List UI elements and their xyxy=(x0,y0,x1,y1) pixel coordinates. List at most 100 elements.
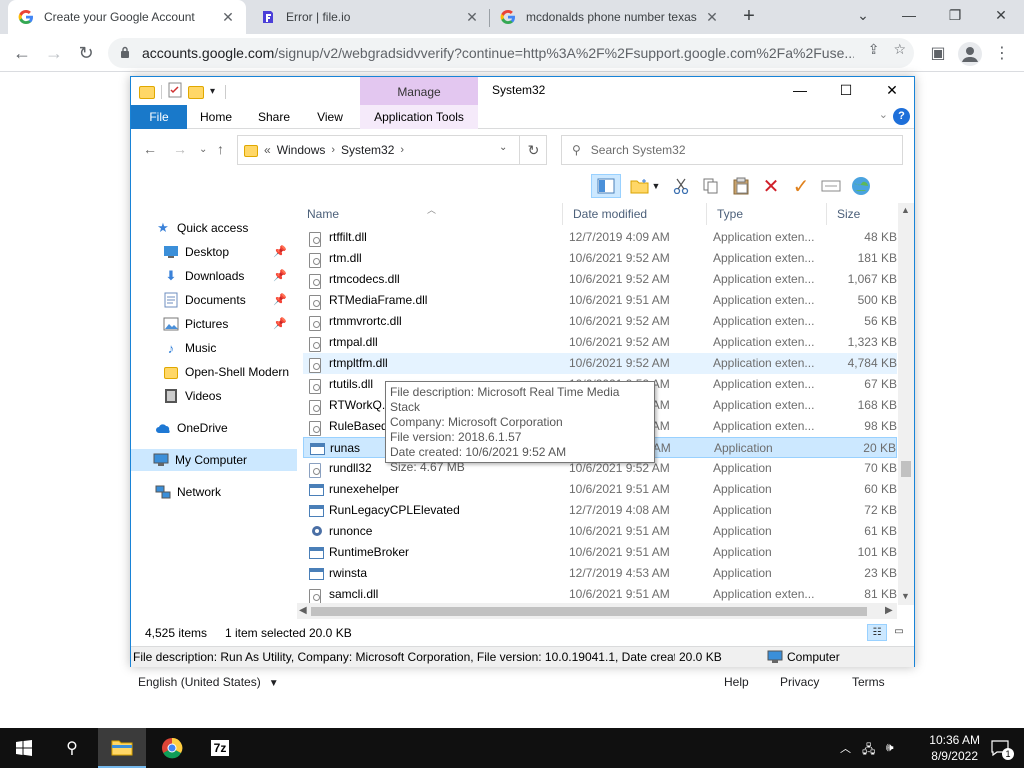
back-arrow-icon[interactable]: ← xyxy=(143,141,157,157)
lock-icon[interactable] xyxy=(120,46,134,61)
globe-icon[interactable] xyxy=(849,174,873,198)
new-folder-icon[interactable] xyxy=(188,86,204,99)
file-row[interactable]: RunLegacyCPLElevated 12/7/2019 4:08 AM App… xyxy=(303,500,897,521)
side-panel-icon[interactable]: ▣ xyxy=(926,42,950,66)
system-clock[interactable]: 10:36 AM 8/9/2022 xyxy=(929,732,980,764)
share-icon[interactable]: ⇪ xyxy=(868,41,880,58)
close-icon[interactable]: ✕ xyxy=(464,9,480,25)
refresh-button[interactable]: ↻ xyxy=(519,135,547,165)
help-icon[interactable]: ? xyxy=(893,108,910,125)
reload-button[interactable]: ↻ xyxy=(72,40,100,66)
restore-button[interactable]: ❐ xyxy=(932,0,978,30)
network-tray-icon[interactable]: 🖧 xyxy=(862,740,875,761)
pin-icon[interactable]: 📌 xyxy=(273,293,287,306)
file-row[interactable]: rtmcodecs.dll 10/6/2021 9:52 AM Applicatio… xyxy=(303,269,897,290)
details-view-icon[interactable]: ☷ xyxy=(867,624,887,641)
menu-kebab-icon[interactable]: ⋮ xyxy=(990,42,1014,66)
privacy-link[interactable]: Privacy xyxy=(780,675,819,689)
breadcrumb-windows[interactable]: Windows xyxy=(277,143,326,157)
pin-icon[interactable]: 📌 xyxy=(273,269,287,282)
scrollbar-thumb[interactable] xyxy=(311,607,867,616)
close-icon[interactable]: ✕ xyxy=(704,9,720,25)
file-row[interactable]: RuntimeBroker 10/6/2021 9:51 AM Applicatio… xyxy=(303,542,897,563)
manage-contextual-tab[interactable]: Manage xyxy=(360,77,478,105)
volume-icon[interactable]: 🕪 xyxy=(886,740,894,755)
help-link[interactable]: Help xyxy=(724,675,749,689)
back-button[interactable]: ← xyxy=(8,40,36,66)
up-arrow-icon[interactable]: ↑ xyxy=(217,141,224,157)
nav-quick-access[interactable]: ★ Quick access xyxy=(155,217,248,239)
minimize-button[interactable]: — xyxy=(777,77,823,105)
nav-open-shell-modern[interactable]: Open-Shell Modern xyxy=(163,361,289,383)
delete-icon[interactable]: ✕ xyxy=(759,174,783,198)
tab-share[interactable]: Share xyxy=(251,105,297,129)
scroll-up-icon[interactable]: ▲ xyxy=(901,205,910,215)
pin-icon[interactable]: 📌 xyxy=(273,317,287,330)
file-row[interactable]: rtmpal.dll 10/6/2021 9:52 AM Application e… xyxy=(303,332,897,353)
nav-network[interactable]: Network xyxy=(155,481,221,503)
close-icon[interactable]: ✕ xyxy=(220,9,236,25)
chevron-right-icon[interactable]: › xyxy=(331,144,335,156)
terms-link[interactable]: Terms xyxy=(852,675,885,689)
pin-icon[interactable]: 📌 xyxy=(273,245,287,258)
breadcrumb-system32[interactable]: System32 xyxy=(341,143,394,157)
file-row[interactable]: runonce 10/6/2021 9:51 AM Application 61 KB xyxy=(303,521,897,542)
column-header-name[interactable]: Name ︿ xyxy=(297,203,563,225)
file-row[interactable]: rtmpltfm.dll 10/6/2021 9:52 AM Application… xyxy=(303,353,897,374)
new-folder-dropdown-icon[interactable]: ▼ xyxy=(627,174,663,198)
file-row[interactable]: rtmmvrortc.dll 10/6/2021 9:52 AM Applicati… xyxy=(303,311,897,332)
windows-start-icon[interactable] xyxy=(0,728,48,768)
tab-view[interactable]: View xyxy=(307,105,353,129)
large-icons-view-icon[interactable]: ▭ xyxy=(889,624,909,641)
minimize-button[interactable]: — xyxy=(886,0,932,30)
chrome-icon[interactable] xyxy=(148,728,196,768)
file-row[interactable]: rwinsta 12/7/2019 4:53 AM Application 23 KB xyxy=(303,563,897,584)
rename-icon[interactable] xyxy=(819,174,843,198)
close-window-button[interactable]: ✕ xyxy=(869,77,915,105)
vertical-scrollbar[interactable]: ▲ ▼ xyxy=(898,203,914,605)
nav-onedrive[interactable]: OneDrive xyxy=(155,417,228,439)
tray-chevron-up-icon[interactable]: ︿ xyxy=(840,740,851,756)
preview-pane-icon[interactable] xyxy=(591,174,621,198)
chevron-down-icon[interactable]: ⌄ xyxy=(840,0,886,30)
maximize-button[interactable]: ☐ xyxy=(823,77,869,105)
paste-icon[interactable] xyxy=(729,174,753,198)
file-row[interactable]: rtm.dll 10/6/2021 9:52 AM Application exte… xyxy=(303,248,897,269)
file-explorer-taskbar-icon[interactable] xyxy=(98,728,146,768)
tab-file[interactable]: File xyxy=(131,105,187,129)
scrollbar-thumb[interactable] xyxy=(901,461,911,477)
notification-center-icon[interactable]: 1 xyxy=(976,728,1024,768)
nav-documents[interactable]: Documents xyxy=(163,289,246,311)
chevron-right-icon[interactable]: › xyxy=(400,144,404,156)
forward-arrow-icon[interactable]: → xyxy=(173,141,187,157)
column-header-type[interactable]: Type xyxy=(707,203,827,225)
new-tab-button[interactable]: + xyxy=(737,5,761,29)
tab-application-tools[interactable]: Application Tools xyxy=(360,105,478,129)
language-selector[interactable]: English (United States) ▼ xyxy=(138,675,279,689)
7zip-icon[interactable]: 7z xyxy=(196,728,244,768)
forward-button[interactable]: → xyxy=(40,40,68,66)
address-dropdown-icon[interactable]: ⌄ xyxy=(499,142,507,153)
nav-pictures[interactable]: Pictures xyxy=(163,313,228,335)
profile-avatar-icon[interactable] xyxy=(958,42,982,66)
scroll-right-icon[interactable]: ▶ xyxy=(885,605,893,616)
file-row[interactable]: rtffilt.dll 12/7/2019 4:09 AM Application … xyxy=(303,227,897,248)
nav-my-computer[interactable]: My Computer xyxy=(131,449,297,471)
nav-videos[interactable]: Videos xyxy=(163,385,221,407)
tab-error-fileio[interactable]: Error | file.io ✕ xyxy=(250,0,490,34)
file-row[interactable]: samcli.dll 10/6/2021 9:51 AM Application e… xyxy=(303,584,897,605)
file-row[interactable]: runexehelper 10/6/2021 9:51 AM Application… xyxy=(303,479,897,500)
copy-icon[interactable] xyxy=(699,174,723,198)
column-header-date-modified[interactable]: Date modified xyxy=(563,203,707,225)
scroll-down-icon[interactable]: ▼ xyxy=(901,591,910,601)
qat-dropdown-icon[interactable]: ▾ xyxy=(210,86,215,97)
properties-icon[interactable] xyxy=(168,82,182,101)
recent-locations-chevron-icon[interactable]: ⌄ xyxy=(199,144,207,155)
tab-home[interactable]: Home xyxy=(191,105,241,129)
nav-desktop[interactable]: Desktop xyxy=(163,241,229,263)
nav-music[interactable]: ♪ Music xyxy=(163,337,217,359)
search-icon[interactable]: ⚲ xyxy=(48,728,96,768)
overflow-chevron-icon[interactable]: « xyxy=(264,143,271,157)
expand-ribbon-chevron-icon[interactable]: ⌄ xyxy=(879,108,888,121)
tab-create-google-account[interactable]: Create your Google Account ✕ xyxy=(8,0,246,34)
